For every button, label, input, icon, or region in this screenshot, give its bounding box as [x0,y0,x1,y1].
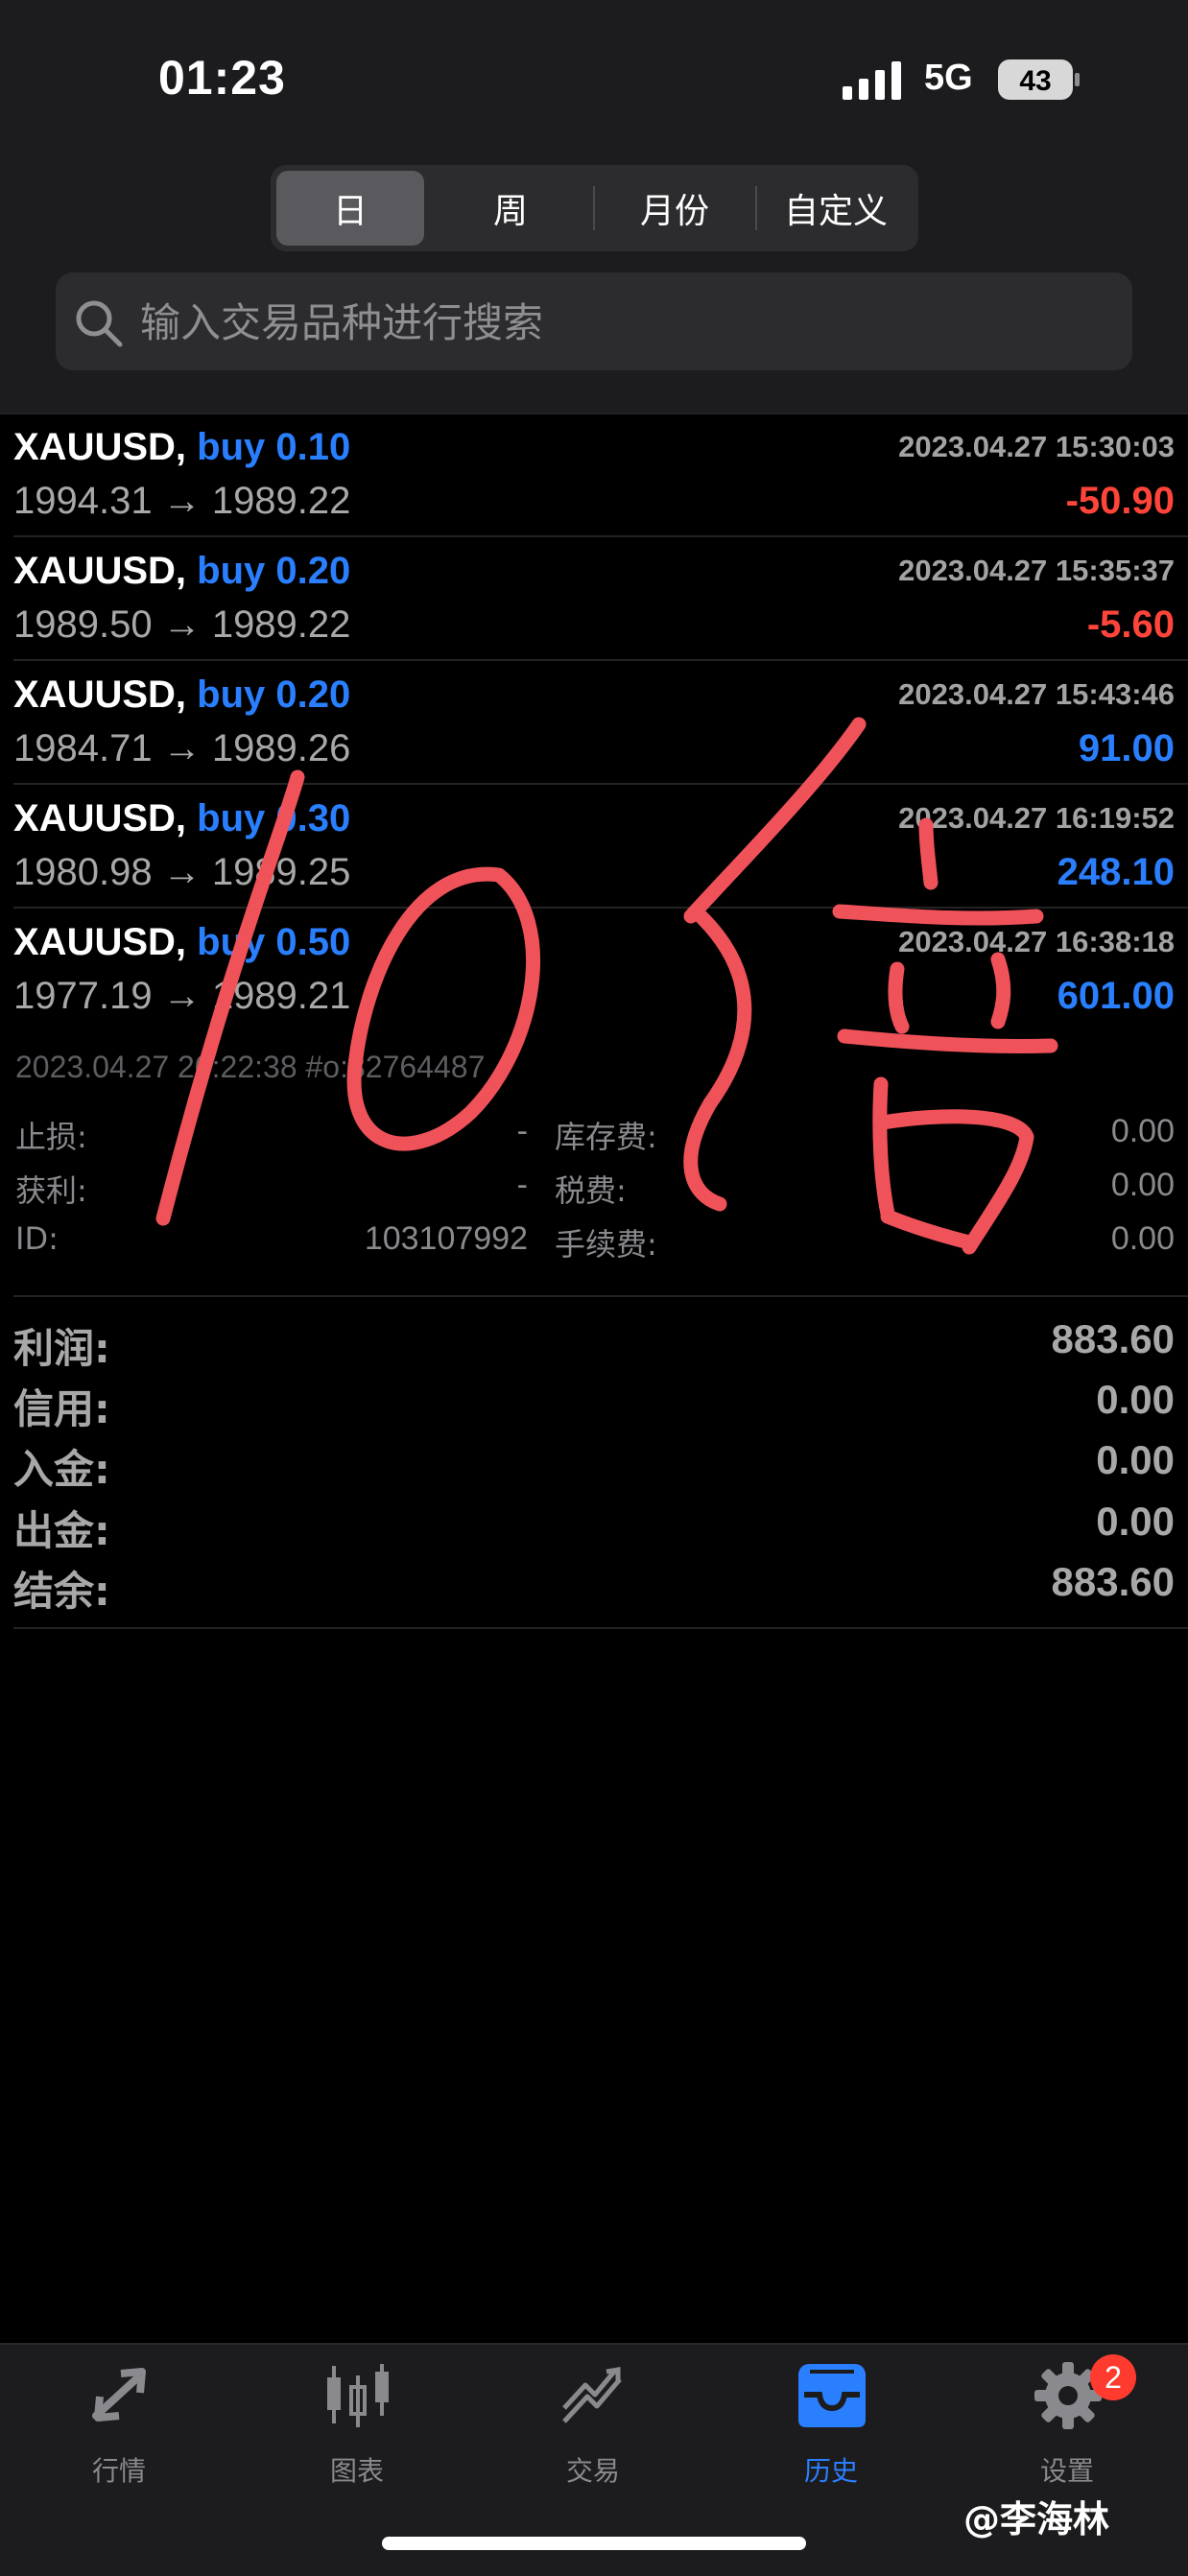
tax-value: 0.00 [1110,1167,1175,1203]
divider [13,1295,1188,1297]
tab-label: 交易 [565,2455,620,2487]
symbol-search-bar[interactable] [56,272,1132,372]
deal-profit: -5.60 [1086,603,1175,646]
battery-percent: 43 [1019,65,1051,97]
tax-label: 税费: [555,1172,627,1209]
summary-credit-value: 0.00 [1096,1377,1175,1422]
summary-balance-value: 883.60 [1051,1559,1175,1604]
tab-label: 历史 [803,2455,858,2487]
swap-label: 库存费: [555,1119,657,1155]
swap-value: 0.00 [1110,1113,1175,1149]
deal-action: buy 0.20 [197,550,351,592]
deal-symbol: XAUUSD, [13,550,187,592]
deal-profit: -50.90 [1065,480,1175,522]
deal-row-selected[interactable]: XAUUSD, buy 0.50 2023.04.27 16:38:18 197… [0,908,1188,1030]
tab-history[interactable]: 历史 [764,2360,898,2494]
quotes-arrows-icon [92,2368,146,2422]
deal-symbol-group: XAUUSD, buy 0.20 [13,674,350,717]
deal-row[interactable]: XAUUSD, buy 0.20 2023.04.27 15:35:37 198… [0,536,1188,659]
commission-value: 0.00 [1110,1220,1175,1257]
tab-label: 设置 [1039,2455,1094,2487]
summary-withdrawal-value: 0.00 [1096,1499,1175,1544]
period-segmented-control: 日 周 月份 自定义 [271,165,918,251]
home-indicator[interactable] [382,2537,806,2550]
tab-label: 图表 [329,2455,384,2487]
divider [13,1627,1188,1629]
watermark: @李海林 [963,2498,1110,2541]
id-label: ID: [15,1220,59,1257]
search-icon [76,300,123,347]
stop-loss-value: - [516,1113,528,1149]
deal-row[interactable]: XAUUSD, buy 0.30 2023.04.27 16:19:52 198… [0,784,1188,907]
deal-symbol-group: XAUUSD, buy 0.20 [13,550,350,593]
deal-action: buy 0.20 [197,674,351,716]
header-area: 01:23 5G 43 日 周 月份 自定义 [0,0,1188,413]
deal-symbol-group: XAUUSD, buy 0.50 [13,921,350,964]
period-tab-custom[interactable]: 自定义 [757,171,915,246]
take-profit-label: 获利: [15,1172,87,1209]
deal-symbol: XAUUSD, [13,674,187,716]
deal-action: buy 0.10 [197,426,351,468]
history-inbox-icon [798,2364,866,2427]
deal-prices: 1984.71 → 1989.26 [13,727,351,769]
trade-chart-icon [562,2367,622,2423]
period-tab-day[interactable]: 日 [276,171,424,246]
stop-loss-label: 止损: [15,1119,87,1155]
deal-action: buy 0.30 [197,797,351,839]
status-time: 01:23 [158,51,286,105]
tab-quotes[interactable]: 行情 [52,2360,186,2494]
deal-prices: 1980.98 → 1989.25 [13,851,351,893]
summary-profit-value: 883.60 [1051,1316,1175,1361]
settings-notification-badge: 2 [1090,2354,1136,2400]
deal-profit: 248.10 [1057,851,1175,893]
candlestick-chart-icon [327,2364,389,2427]
summary-deposit-label: 入金: [13,1446,110,1493]
period-tab-week[interactable]: 周 [430,171,591,246]
deal-symbol: XAUUSD, [13,921,187,963]
deal-action: buy 0.50 [197,921,351,963]
deal-detail-datetime-order: 2023.04.27 20:22:38 #o:32764487 [15,1050,486,1084]
tab-trade[interactable]: 交易 [526,2360,660,2494]
summary-deposit-value: 0.00 [1096,1437,1175,1482]
summary-credit-label: 信用: [13,1385,110,1432]
battery-icon: 43 [998,59,1080,100]
summary-withdrawal-label: 出金: [13,1507,110,1554]
id-value: 103107992 [364,1220,528,1257]
deal-datetime: 2023.04.27 15:35:37 [898,554,1175,587]
tab-chart[interactable]: 图表 [290,2360,424,2494]
deal-symbol-group: XAUUSD, buy 0.10 [13,426,350,469]
network-type: 5G [924,58,973,98]
deal-symbol: XAUUSD, [13,797,187,839]
deal-symbol-group: XAUUSD, buy 0.30 [13,797,350,840]
deal-profit: 91.00 [1078,727,1175,769]
commission-label: 手续费: [555,1226,657,1263]
deal-datetime: 2023.04.27 15:30:03 [898,430,1175,463]
period-tab-month[interactable]: 月份 [595,171,754,246]
deal-row[interactable]: XAUUSD, buy 0.10 2023.04.27 15:30:03 199… [0,413,1188,535]
deal-prices: 1989.50 → 1989.22 [13,603,351,646]
deal-symbol: XAUUSD, [13,426,187,468]
search-input[interactable] [138,272,1121,372]
deal-datetime: 2023.04.27 16:38:18 [898,925,1175,958]
deal-prices: 1977.19 → 1989.21 [13,975,351,1017]
summary-profit-label: 利润: [13,1325,110,1372]
deal-datetime: 2023.04.27 16:19:52 [898,801,1175,835]
tab-label: 行情 [91,2455,146,2487]
take-profit-value: - [516,1167,528,1203]
summary-balance-label: 结余: [13,1568,110,1615]
deal-row[interactable]: XAUUSD, buy 0.20 2023.04.27 15:43:46 198… [0,660,1188,783]
deal-prices: 1994.31 → 1989.22 [13,480,351,522]
deal-datetime: 2023.04.27 15:43:46 [898,677,1175,711]
cellular-signal-icon [843,61,901,100]
deal-profit: 601.00 [1057,975,1175,1017]
